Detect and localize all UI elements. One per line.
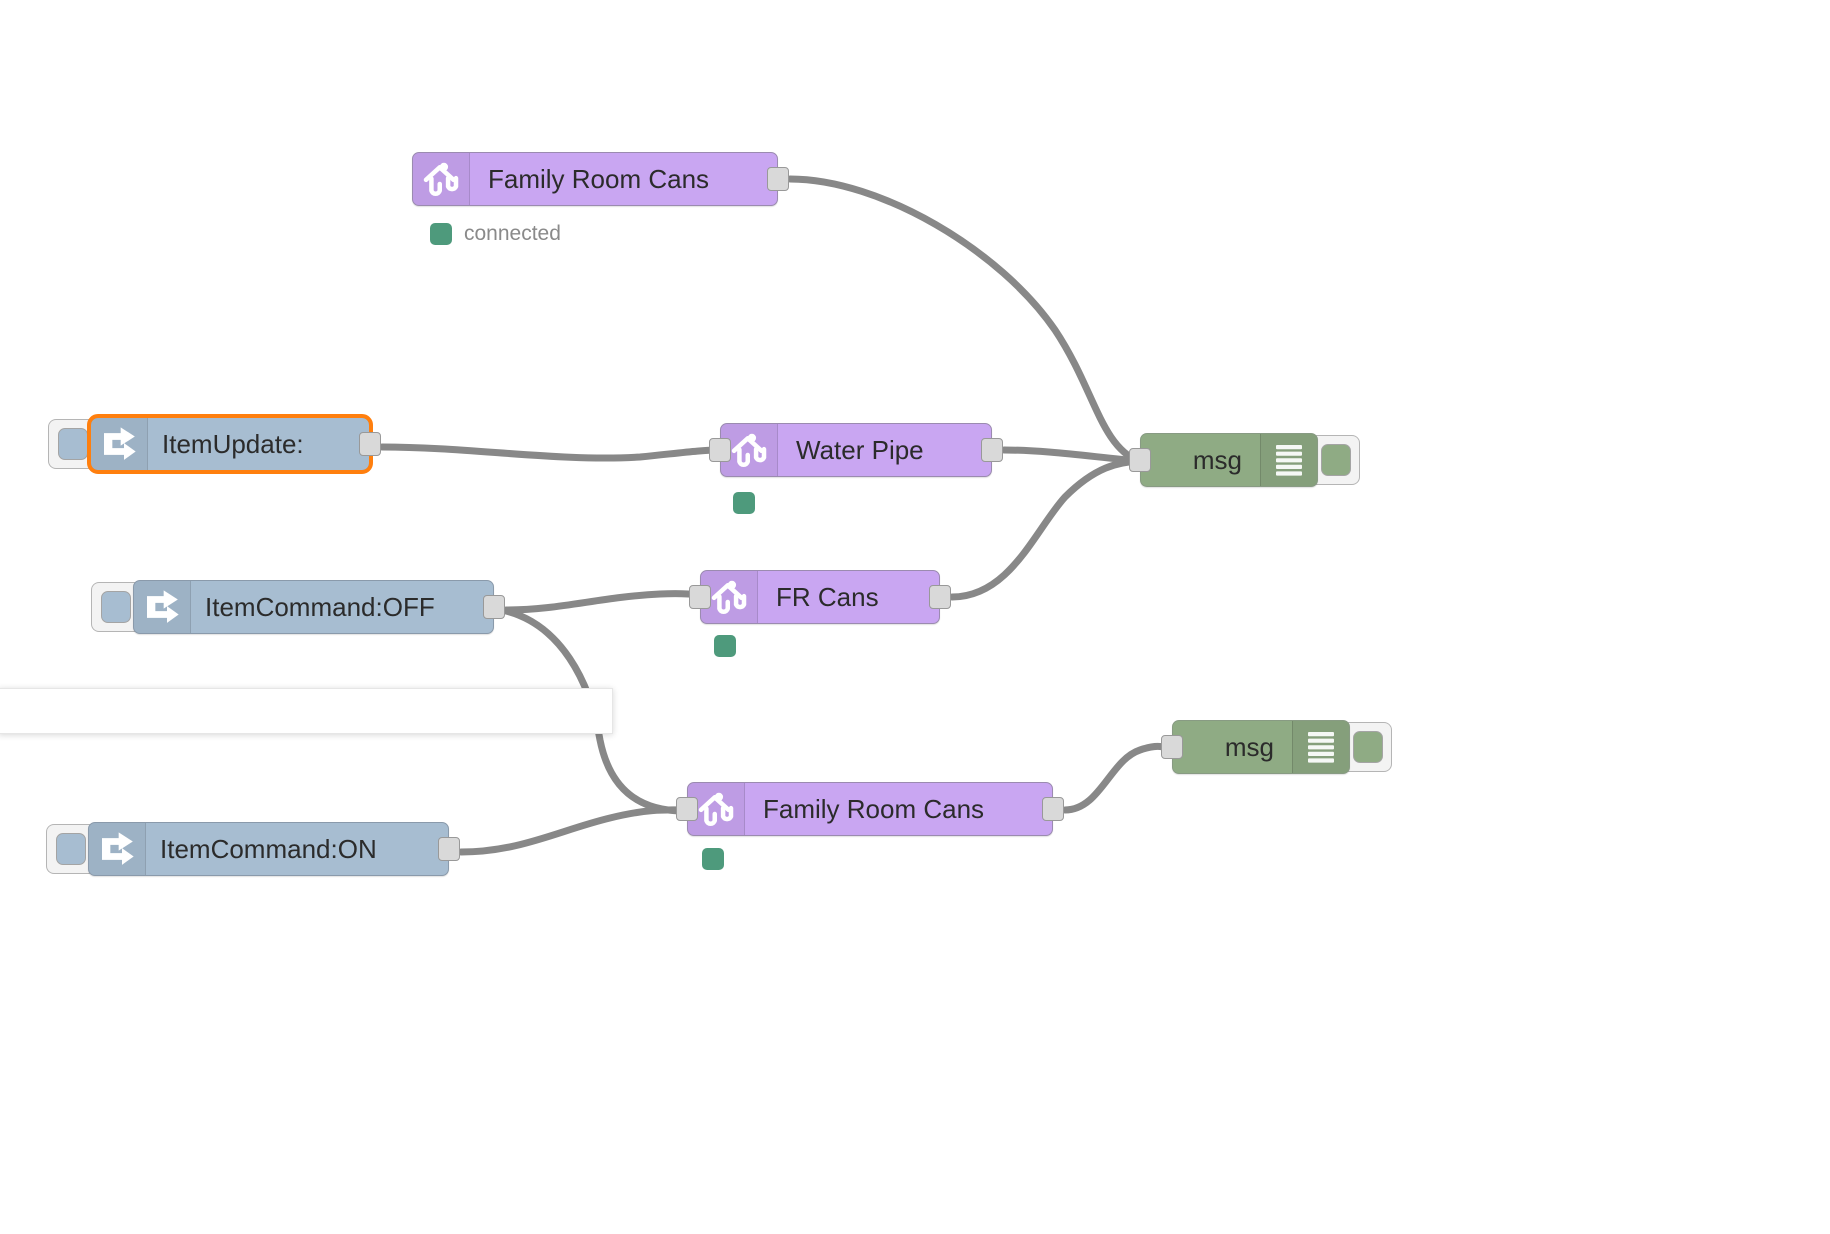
node-status (733, 492, 755, 514)
output-port[interactable] (981, 438, 1003, 462)
inject-trigger-button-knob (100, 591, 131, 623)
debug-toggle-button-knob (1352, 731, 1383, 763)
inject-trigger-button[interactable] (48, 419, 96, 469)
node-label: Family Room Cans (488, 163, 710, 194)
inject-trigger-button-knob (55, 833, 86, 865)
debug-toggle-button[interactable] (1344, 722, 1392, 772)
status-dot (702, 848, 724, 870)
node-oh-water-pipe[interactable]: Water Pipe (720, 423, 992, 477)
node-status (714, 635, 736, 657)
debug-toggle-button[interactable] (1312, 435, 1360, 485)
node-label: msg (1192, 444, 1242, 475)
input-port[interactable] (676, 797, 698, 821)
debug-lines-icon (1260, 434, 1317, 486)
node-label: Family Room Cans (763, 793, 985, 824)
wire-ev-itemcommand-off-to-oh-fr-cans[interactable] (502, 590, 704, 614)
floating-panel (0, 688, 613, 734)
node-oh-family-room-cans-bottom[interactable]: Family Room Cans (687, 782, 1053, 836)
wire-oh-fr-cans-to-dbg-msg-top[interactable] (948, 457, 1144, 601)
debug-lines-icon (1292, 721, 1349, 773)
wire-oh-family-room-cans-top-to-dbg-msg-top[interactable] (786, 175, 1144, 466)
node-ev-itemcommand-on[interactable]: ItemCommand:ON (88, 822, 449, 876)
node-label: ItemCommand:OFF (205, 591, 435, 622)
inject-trigger-button-knob (57, 428, 88, 460)
output-port[interactable] (929, 585, 951, 609)
inject-trigger-button[interactable] (91, 582, 139, 632)
input-port[interactable] (1161, 735, 1183, 759)
status-text: connected (464, 222, 561, 245)
node-label: Water Pipe (796, 434, 924, 465)
openhab-house-icon (413, 153, 470, 205)
flow-canvas[interactable]: Family Room Cans connected ItemUpdate: Wate… (0, 0, 1830, 1234)
debug-toggle-button-knob (1320, 444, 1351, 476)
status-dot (430, 223, 452, 245)
node-dbg-msg-bottom[interactable]: msg (1172, 720, 1350, 774)
node-label: FR Cans (776, 581, 879, 612)
input-port[interactable] (689, 585, 711, 609)
node-oh-fr-cans[interactable]: FR Cans (700, 570, 940, 624)
output-port[interactable] (767, 167, 789, 191)
node-ev-itemcommand-off[interactable]: ItemCommand:OFF (133, 580, 494, 634)
node-dbg-msg-top[interactable]: msg (1140, 433, 1318, 487)
node-label: ItemCommand:ON (160, 833, 377, 864)
node-ev-itemupdate[interactable]: ItemUpdate: (87, 414, 373, 474)
wire-oh-family-room-cans-bottom-to-dbg-msg-bottom[interactable] (1061, 742, 1176, 814)
status-dot (714, 635, 736, 657)
node-status: connected (430, 222, 561, 246)
output-port[interactable] (359, 432, 381, 456)
output-port[interactable] (1042, 797, 1064, 821)
output-port[interactable] (483, 595, 505, 619)
input-port[interactable] (1129, 448, 1151, 472)
output-port[interactable] (438, 837, 460, 861)
wire-ev-itemupdate-to-oh-water-pipe[interactable] (378, 443, 724, 462)
node-label: ItemUpdate: (162, 428, 304, 459)
node-oh-family-room-cans-top[interactable]: Family Room Cans (412, 152, 778, 206)
arrow-right-icon (89, 823, 146, 875)
node-status (702, 848, 724, 870)
arrow-right-icon (134, 581, 191, 633)
wire-oh-water-pipe-to-dbg-msg-top[interactable] (1000, 446, 1144, 465)
wire-ev-itemcommand-on-to-oh-family-room-cans-bottom[interactable] (457, 806, 691, 856)
status-dot (733, 492, 755, 514)
arrow-right-icon (91, 418, 148, 470)
node-label: msg (1224, 731, 1274, 762)
input-port[interactable] (709, 438, 731, 462)
inject-trigger-button[interactable] (46, 824, 94, 874)
